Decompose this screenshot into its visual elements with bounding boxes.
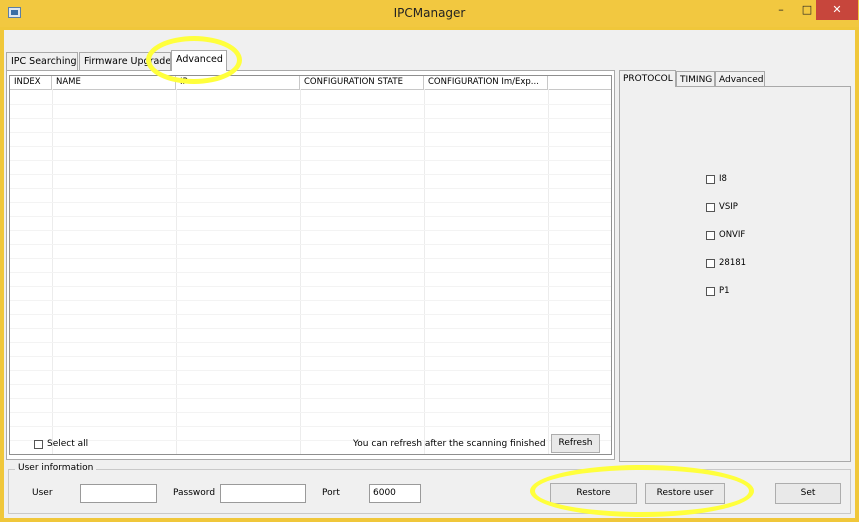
set-button[interactable]: Set bbox=[775, 483, 841, 504]
protocol-i8-checkbox[interactable] bbox=[706, 175, 715, 184]
user-field[interactable] bbox=[80, 484, 157, 503]
password-label: Password bbox=[173, 488, 216, 498]
tab-advanced[interactable]: Advanced bbox=[171, 50, 227, 71]
table-row-divider bbox=[10, 230, 611, 231]
protocol-vsip-label: VSIP bbox=[719, 202, 738, 212]
port-label: Port bbox=[322, 488, 340, 498]
user-label: User bbox=[32, 488, 53, 498]
tab-firmware-upgrade[interactable]: Firmware Upgrade bbox=[79, 52, 171, 70]
table-row-divider bbox=[10, 398, 611, 399]
table-row-divider bbox=[10, 216, 611, 217]
table-header: INDEX NAME IP CONFIGURATION STATE CONFIG… bbox=[10, 76, 611, 90]
minimize-icon[interactable]: – bbox=[768, 0, 794, 20]
table-row-divider bbox=[10, 160, 611, 161]
protocol-28181-label: 28181 bbox=[719, 258, 747, 268]
table-row-divider bbox=[10, 132, 611, 133]
ipcmanager-window: IPCManager – □ ✕ IPC Searching Firmware … bbox=[0, 0, 859, 522]
tab-protocol[interactable]: PROTOCOL bbox=[619, 70, 676, 87]
client-area: IPC Searching Firmware Upgrade Advanced … bbox=[4, 30, 855, 518]
protocol-p1-checkbox[interactable] bbox=[706, 287, 715, 296]
table-row-divider bbox=[10, 356, 611, 357]
column-config-im-exp[interactable]: CONFIGURATION Im/Exp... bbox=[424, 76, 548, 89]
table-row-divider bbox=[10, 146, 611, 147]
table-row-divider bbox=[10, 174, 611, 175]
table-row-divider bbox=[10, 384, 611, 385]
table-row-divider bbox=[10, 104, 611, 105]
column-config-state[interactable]: CONFIGURATION STATE bbox=[300, 76, 424, 89]
table-row-divider bbox=[10, 286, 611, 287]
advanced-tab-panel: INDEX NAME IP CONFIGURATION STATE CONFIG… bbox=[6, 70, 615, 460]
table-row-divider bbox=[10, 202, 611, 203]
table-row-divider bbox=[10, 272, 611, 273]
tab-ipc-searching[interactable]: IPC Searching bbox=[6, 52, 78, 70]
table-row-divider bbox=[10, 412, 611, 413]
window-title: IPCManager bbox=[393, 6, 466, 20]
restore-user-button[interactable]: Restore user bbox=[645, 483, 725, 504]
table-row-divider bbox=[10, 258, 611, 259]
table-row-divider bbox=[10, 328, 611, 329]
port-field[interactable]: 6000 bbox=[369, 484, 421, 503]
column-index[interactable]: INDEX bbox=[10, 76, 52, 89]
table-row-divider bbox=[10, 370, 611, 371]
table-row-divider bbox=[10, 342, 611, 343]
restore-button[interactable]: Restore bbox=[550, 483, 637, 504]
protocol-tab-body: I8 VSIP ONVIF 28181 P1 bbox=[619, 86, 851, 462]
refresh-button[interactable]: Refresh bbox=[551, 434, 600, 453]
protocol-28181-checkbox[interactable] bbox=[706, 259, 715, 268]
tab-side-advanced[interactable]: Advanced bbox=[715, 71, 765, 87]
settings-panel: PROTOCOL TIMING Advanced I8 VSIP ONVIF 2… bbox=[619, 70, 851, 462]
table-row-divider bbox=[10, 314, 611, 315]
protocol-p1-label: P1 bbox=[719, 286, 730, 296]
table-row-divider bbox=[10, 188, 611, 189]
refresh-hint: You can refresh after the scanning finis… bbox=[353, 439, 546, 449]
column-ip[interactable]: IP bbox=[176, 76, 300, 89]
select-all-label: Select all bbox=[47, 439, 89, 449]
title-bar: IPCManager – □ ✕ bbox=[0, 0, 859, 27]
table-row-divider bbox=[10, 300, 611, 301]
select-all-checkbox[interactable] bbox=[34, 440, 43, 449]
protocol-vsip-checkbox[interactable] bbox=[706, 203, 715, 212]
user-information-group: User information User Password Port 6000… bbox=[8, 463, 851, 514]
close-icon[interactable]: ✕ bbox=[816, 0, 858, 20]
protocol-onvif-checkbox[interactable] bbox=[706, 231, 715, 240]
table-row-divider bbox=[10, 244, 611, 245]
device-table[interactable]: INDEX NAME IP CONFIGURATION STATE CONFIG… bbox=[9, 75, 612, 455]
user-information-title: User information bbox=[15, 463, 97, 473]
protocol-i8-label: I8 bbox=[719, 174, 727, 184]
table-row-divider bbox=[10, 118, 611, 119]
table-row-divider bbox=[10, 426, 611, 427]
protocol-onvif-label: ONVIF bbox=[719, 230, 746, 240]
tab-timing[interactable]: TIMING bbox=[676, 71, 715, 87]
column-name[interactable]: NAME bbox=[52, 76, 176, 89]
password-field[interactable] bbox=[220, 484, 306, 503]
